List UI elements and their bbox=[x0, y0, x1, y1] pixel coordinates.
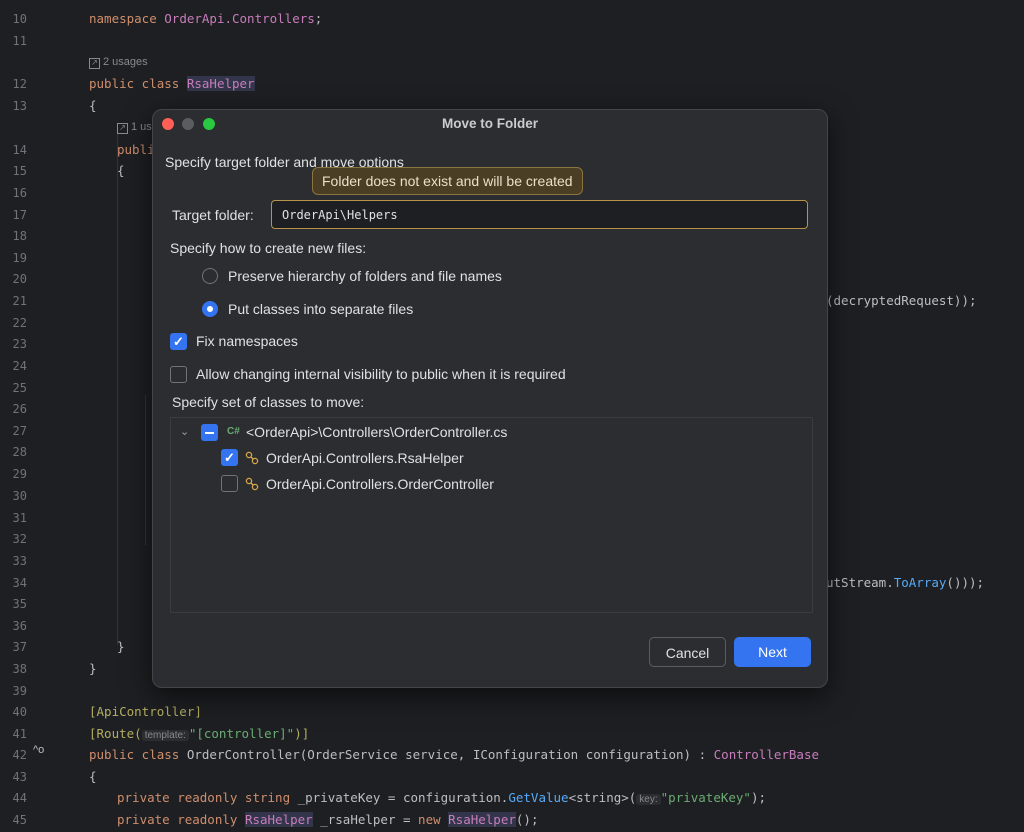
line-number: 20 bbox=[12, 272, 27, 286]
line-number: 36 bbox=[12, 619, 27, 633]
line-number: 27 bbox=[12, 424, 27, 438]
external-link-icon: ↗ bbox=[117, 123, 128, 134]
line-number: 43 bbox=[12, 770, 27, 784]
code-line-37: } bbox=[117, 639, 125, 654]
code-line-13: { bbox=[89, 98, 97, 113]
line-number: 22 bbox=[12, 316, 27, 330]
tree-root-label[interactable]: <OrderApi>\Controllers\OrderController.c… bbox=[246, 424, 507, 440]
line-number: 32 bbox=[12, 532, 27, 546]
code-line-40: [ApiController] bbox=[89, 704, 202, 719]
code-line-34-tail: utStream.ToArray())); bbox=[826, 575, 985, 590]
line-number: 21 bbox=[12, 294, 27, 308]
tree-item-rsahelper[interactable]: OrderApi.Controllers.RsaHelper bbox=[266, 450, 464, 466]
line-number: 18 bbox=[12, 229, 27, 243]
line-number: 31 bbox=[12, 511, 27, 525]
code-line-10: namespace OrderApi.Controllers; bbox=[89, 11, 323, 26]
line-number: 37 bbox=[12, 640, 27, 654]
class-checkbox-ordercontroller[interactable] bbox=[221, 475, 238, 492]
cancel-button[interactable]: Cancel bbox=[649, 637, 726, 667]
code-line-44: private readonly string _privateKey = co… bbox=[117, 790, 767, 805]
code-line-38: } bbox=[89, 661, 97, 676]
separate-files-label[interactable]: Put classes into separate files bbox=[228, 301, 413, 317]
line-number: 26 bbox=[12, 402, 27, 416]
code-line-41: [Route(template: "[controller]")] bbox=[89, 726, 310, 741]
class-checkbox-rsahelper[interactable]: ✓ bbox=[221, 449, 238, 466]
line-number: 42 bbox=[12, 748, 27, 762]
line-number: 11 bbox=[12, 34, 27, 48]
line-number: 15 bbox=[12, 164, 27, 178]
indent-guide bbox=[117, 125, 118, 645]
fix-namespaces-checkbox[interactable]: ✓ bbox=[170, 333, 187, 350]
csharp-file-icon: C# bbox=[227, 426, 240, 437]
line-number: 41 bbox=[12, 727, 27, 741]
line-number: 29 bbox=[12, 467, 27, 481]
preserve-hierarchy-label[interactable]: Preserve hierarchy of folders and file n… bbox=[228, 268, 502, 284]
tree-item-ordercontroller[interactable]: OrderApi.Controllers.OrderController bbox=[266, 476, 494, 492]
fix-namespaces-label[interactable]: Fix namespaces bbox=[196, 333, 298, 349]
line-number: 38 bbox=[12, 662, 27, 676]
line-number: 40 bbox=[12, 705, 27, 719]
create-files-label: Specify how to create new files: bbox=[170, 240, 367, 256]
indent-guide bbox=[145, 395, 146, 545]
code-line-43: { bbox=[89, 769, 97, 784]
preserve-hierarchy-radio[interactable] bbox=[202, 268, 218, 284]
line-number: 17 bbox=[12, 208, 27, 222]
code-line-12: public class RsaHelper bbox=[89, 76, 255, 91]
line-number: 45 bbox=[12, 813, 27, 827]
code-line-21-tail: (decryptedRequest)); bbox=[826, 293, 977, 308]
code-line-14: publi bbox=[117, 142, 155, 157]
allow-visibility-checkbox[interactable] bbox=[170, 366, 187, 383]
line-number: 25 bbox=[12, 381, 27, 395]
line-number: 30 bbox=[12, 489, 27, 503]
dialog-title: Move to Folder bbox=[441, 116, 538, 131]
allow-visibility-label[interactable]: Allow changing internal visibility to pu… bbox=[196, 366, 566, 382]
line-number: 19 bbox=[12, 251, 27, 265]
line-number: 16 bbox=[12, 186, 27, 200]
classes-tree[interactable]: ⌄ C# <OrderApi>\Controllers\OrderControl… bbox=[170, 417, 813, 613]
file-partial-checkbox[interactable] bbox=[201, 424, 218, 441]
line-number: 14 bbox=[12, 143, 27, 157]
line-number: 13 bbox=[12, 99, 27, 113]
code-line-42: public class OrderController(OrderServic… bbox=[89, 747, 819, 762]
usages-hint[interactable]: ↗ 2 usages bbox=[89, 56, 148, 69]
line-number: 33 bbox=[12, 554, 27, 568]
next-button[interactable]: Next bbox=[734, 637, 811, 667]
line-number: 44 bbox=[12, 791, 27, 805]
line-number: 28 bbox=[12, 445, 27, 459]
line-number: 23 bbox=[12, 337, 27, 351]
line-number: 12 bbox=[12, 77, 27, 91]
classes-to-move-label: Specify set of classes to move: bbox=[172, 394, 365, 410]
code-line-15: { bbox=[117, 163, 125, 178]
separate-files-radio[interactable] bbox=[202, 301, 218, 317]
target-folder-label: Target folder: bbox=[172, 207, 254, 223]
class-icon bbox=[245, 451, 259, 465]
line-number: 35 bbox=[12, 597, 27, 611]
class-icon bbox=[245, 477, 259, 491]
external-link-icon: ↗ bbox=[89, 58, 100, 69]
line-number: 39 bbox=[12, 684, 27, 698]
folder-warning-tooltip: Folder does not exist and will be create… bbox=[312, 167, 583, 195]
target-folder-input[interactable]: OrderApi\Helpers bbox=[271, 200, 808, 229]
chevron-down-icon[interactable]: ⌄ bbox=[180, 425, 189, 438]
move-to-folder-dialog: Move to Folder Specify target folder and… bbox=[152, 109, 828, 688]
line-number: 24 bbox=[12, 359, 27, 373]
implementation-gutter-icon[interactable]: ^o bbox=[33, 744, 44, 756]
code-line-45: private readonly RsaHelper _rsaHelper = … bbox=[117, 812, 539, 827]
line-number: 10 bbox=[12, 12, 27, 26]
line-number: 34 bbox=[12, 576, 27, 590]
